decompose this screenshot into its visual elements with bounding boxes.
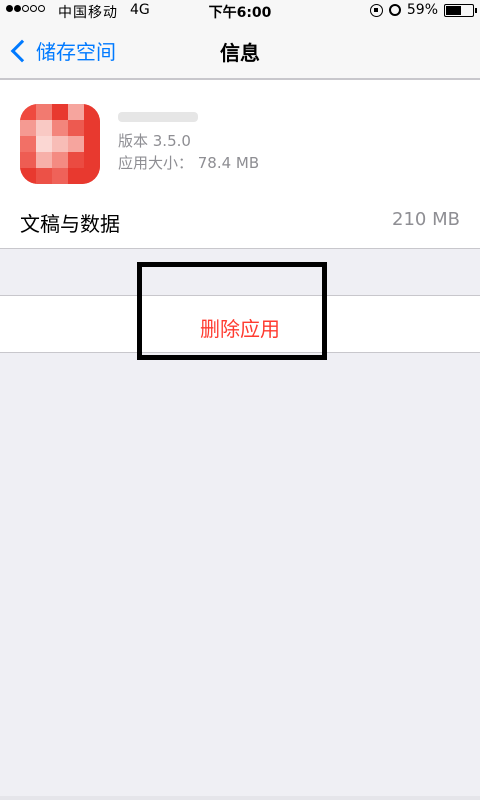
status-bar: 中国移动 4G 下午6:00 59% [0, 0, 480, 22]
status-right: 59% [369, 2, 477, 18]
documents-and-data-row: 文稿与数据 210 MB [0, 192, 480, 249]
app-icon-mosaic-tile [36, 168, 52, 184]
app-icon-mosaic-tile [20, 136, 36, 152]
app-icon-mosaic-tile [36, 152, 52, 168]
app-icon-mosaic-tile [20, 152, 36, 168]
rotation-lock-icon [369, 3, 383, 17]
app-icon-mosaic-tile [36, 104, 52, 120]
app-icon-mosaic-tile [36, 120, 52, 136]
battery-percent: 59% [406, 2, 438, 18]
battery-icon [444, 3, 477, 17]
battery-fill [446, 5, 461, 15]
delete-app-label: 删除应用 [200, 317, 280, 341]
app-icon-mosaic-tile [68, 168, 84, 184]
app-icon-mosaic-tile [52, 136, 68, 152]
app-version: 版本 3.5.0 [118, 132, 191, 150]
alarm-icon [388, 4, 401, 16]
app-icon-mosaic-tile [68, 104, 84, 120]
app-icon-mosaic-tile [52, 168, 68, 184]
app-size: 应用大小： 78.4 MB [118, 154, 260, 172]
app-icon-mosaic-tile [20, 120, 36, 136]
app-icon-mosaic-tile [68, 152, 84, 168]
app-icon-mosaic-tile [84, 136, 100, 152]
app-icon-mosaic-tile [52, 120, 68, 136]
app-name-redacted [118, 112, 198, 122]
app-icon-mosaic-tile [84, 152, 100, 168]
documents-and-data-label: 文稿与数据 [20, 212, 120, 236]
app-icon-mosaic-tile [52, 104, 68, 120]
app-icon-mosaic-tile [52, 152, 68, 168]
app-icon [20, 104, 100, 184]
app-icon-mosaic-tile [36, 136, 52, 152]
app-icon-mosaic-tile [68, 136, 84, 152]
documents-and-data-size: 210 MB [392, 209, 460, 230]
app-icon-mosaic-tile [20, 168, 36, 184]
page-title: 信息 [220, 41, 260, 65]
app-icon-mosaic-tile [84, 120, 100, 136]
app-icon-mosaic-tile [84, 104, 100, 120]
app-icon-mosaic-tile [84, 168, 100, 184]
app-icon-mosaic-tile [68, 120, 84, 136]
navigation-bar: 储存空间 信息 [0, 22, 480, 79]
app-info-section: 版本 3.5.0 应用大小： 78.4 MB [0, 79, 480, 193]
bottom-edge [0, 796, 480, 800]
app-icon-mosaic-tile [20, 104, 36, 120]
delete-app-button[interactable]: 删除应用 [0, 295, 480, 353]
